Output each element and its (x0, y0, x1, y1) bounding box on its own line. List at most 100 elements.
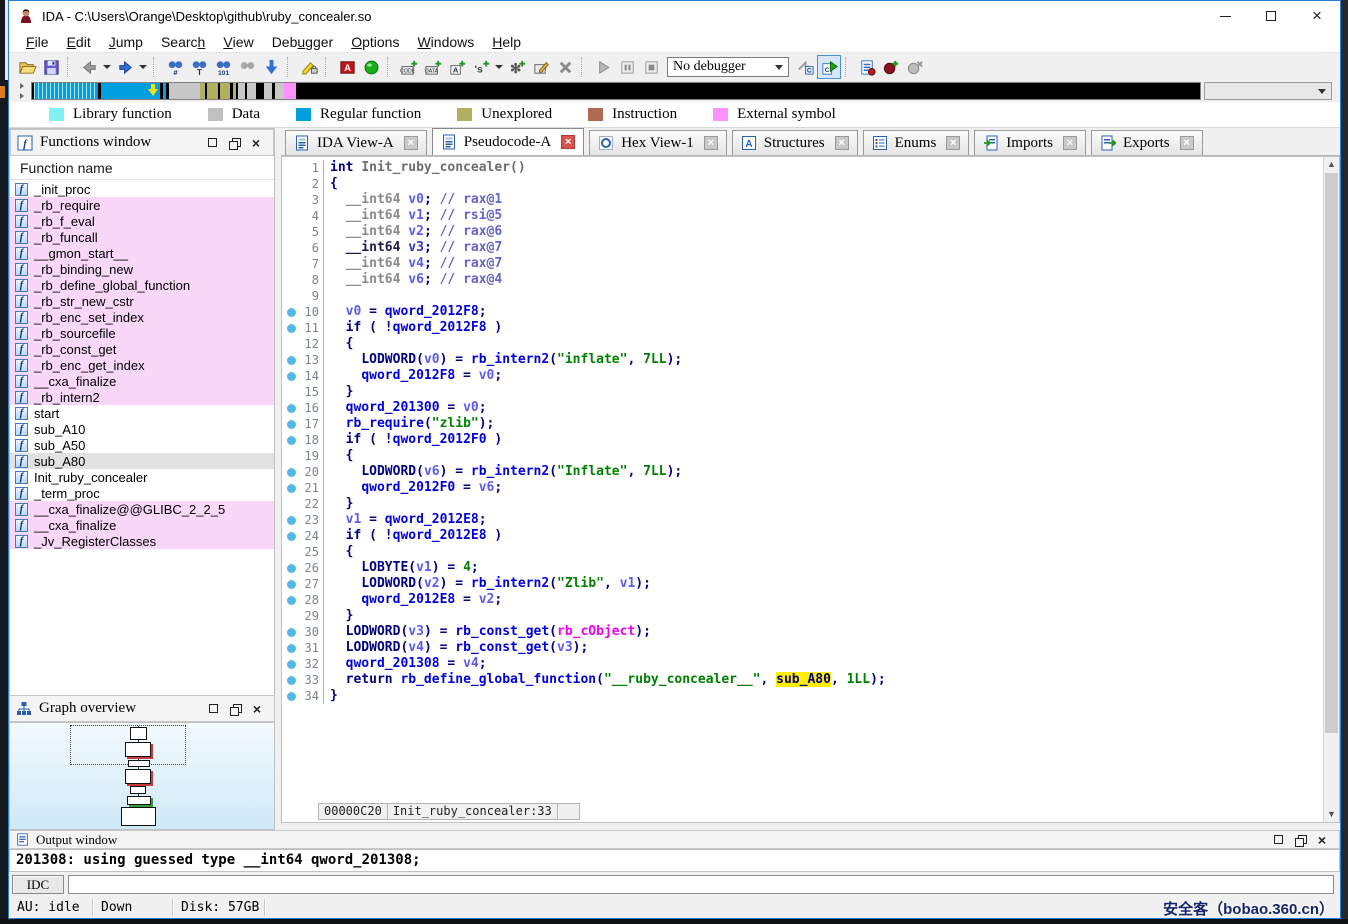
function-row-rb-enc-set-index[interactable]: f_rb_enc_set_index (10, 309, 274, 325)
code-line[interactable]: 2{ (282, 176, 886, 192)
code-line[interactable]: 6 __int64 v3; // rax@7 (282, 240, 886, 256)
make-string-caret-icon[interactable] (495, 65, 503, 69)
maximize-button[interactable] (1248, 1, 1294, 31)
jump-address-icon[interactable] (259, 55, 283, 79)
idc-command-input[interactable] (68, 875, 1334, 894)
tab-imports[interactable]: Imports× (974, 130, 1086, 155)
output-float-icon[interactable] (1289, 831, 1311, 849)
highlight-lock-icon[interactable] (297, 55, 321, 79)
search-values-icon[interactable]: 101 (211, 55, 235, 79)
menu-help[interactable]: Help (483, 31, 530, 52)
code-line[interactable]: 28 qword_2012E8 = v2; (282, 592, 886, 608)
tab-structures[interactable]: AStructures× (732, 130, 858, 155)
menu-view[interactable]: View (214, 31, 262, 52)
back-history-caret-icon[interactable] (103, 65, 111, 69)
menu-edit[interactable]: Edit (58, 31, 100, 52)
code-line[interactable]: 31 LODWORD(v4) = rb_const_get(v3); (282, 640, 886, 656)
navigate-forward-icon[interactable] (113, 55, 137, 79)
code-line[interactable]: 16 qword_201300 = v0; (282, 400, 886, 416)
function-row-init-proc[interactable]: f_init_proc (10, 181, 274, 197)
minimize-button[interactable] (1202, 1, 1248, 31)
function-row-sub-a80[interactable]: fsub_A80 (10, 453, 274, 469)
functions-column-header[interactable]: Function name (10, 156, 274, 180)
band-zoom-combo[interactable] (1204, 82, 1332, 100)
graph-overview-canvas[interactable] (9, 722, 275, 830)
function-row-sub-a10[interactable]: fsub_A10 (10, 421, 274, 437)
tab-close-icon[interactable]: × (946, 136, 960, 150)
navigation-band[interactable] (31, 82, 1201, 100)
continue-process-icon[interactable]: C (817, 55, 841, 79)
function-row-cxa-finalize-glibc-2-2-5[interactable]: f__cxa_finalize@@GLIBC_2_2_5 (10, 501, 274, 517)
debugger-selector[interactable]: No debugger (667, 57, 789, 77)
code-line[interactable]: 3 __int64 v0; // rax@1 (282, 192, 886, 208)
code-line[interactable]: 7 __int64 v4; // rax@7 (282, 256, 886, 272)
code-line[interactable]: 19 { (282, 448, 886, 464)
tab-close-icon[interactable]: × (1180, 136, 1194, 150)
code-line[interactable]: 15 } (282, 384, 886, 400)
code-line[interactable]: 17 rb_require("zlib"); (282, 416, 886, 432)
function-row-rb-require[interactable]: f_rb_require (10, 197, 274, 213)
attach-process-icon[interactable]: C (793, 55, 817, 79)
search-names-icon[interactable]: # (163, 55, 187, 79)
function-row-gmon-start[interactable]: f__gmon_start__ (10, 245, 274, 261)
tab-enums[interactable]: Enums× (863, 130, 970, 155)
code-line[interactable]: 29 } (282, 608, 886, 624)
function-row-term-proc[interactable]: f_term_proc (10, 485, 274, 501)
add-breakpoint-icon[interactable] (879, 55, 903, 79)
menu-file[interactable]: File (17, 31, 58, 52)
graph-overview-titlebar[interactable]: Graph overview × (9, 695, 275, 722)
tab-pseudocode-a[interactable]: Pseudocode-A× (432, 128, 584, 155)
code-line[interactable]: 8 __int64 v6; // rax@4 (282, 272, 886, 288)
search-again-icon[interactable] (235, 55, 259, 79)
idc-button[interactable]: IDC (12, 875, 64, 894)
output-window-titlebar[interactable]: Output window × (9, 830, 1340, 849)
search-text-icon[interactable]: T (187, 55, 211, 79)
tab-close-icon[interactable]: × (704, 136, 718, 150)
delete-breakpoint-icon[interactable] (903, 55, 927, 79)
make-data-icon[interactable]: DATA (421, 55, 445, 79)
function-row-rb-binding-new[interactable]: f_rb_binding_new (10, 261, 274, 277)
function-row-cxa-finalize[interactable]: f__cxa_finalize (10, 373, 274, 389)
make-name-icon[interactable]: A (445, 55, 469, 79)
code-line[interactable]: 10 v0 = qword_2012F8; (282, 304, 886, 320)
undefine-icon[interactable] (553, 55, 577, 79)
functions-window-titlebar[interactable]: f Functions window × (10, 129, 274, 156)
menu-debugger[interactable]: Debugger (263, 31, 343, 52)
functions-float-icon[interactable] (223, 134, 245, 152)
function-row-start[interactable]: fstart (10, 405, 274, 421)
set-colors-icon[interactable]: A (335, 55, 359, 79)
tab-ida-view-a[interactable]: IDA View-A× (285, 130, 427, 155)
navigate-back-icon[interactable] (77, 55, 101, 79)
output-message[interactable]: 201308: using guessed type __int64 qword… (9, 849, 1340, 872)
code-line[interactable]: 18 if ( !qword_2012F0 ) (282, 432, 886, 448)
breakpoint-list-icon[interactable] (855, 55, 879, 79)
scroll-up-icon[interactable]: ▲ (1326, 159, 1337, 170)
code-line[interactable]: 9 (282, 288, 886, 304)
stop-process-icon[interactable] (639, 55, 663, 79)
function-row-rb-str-new-cstr[interactable]: f_rb_str_new_cstr (10, 293, 274, 309)
band-scroll-arrows-icon[interactable] (20, 83, 27, 99)
code-line[interactable]: 33 return rb_define_global_function("__r… (282, 672, 886, 688)
tab-close-icon[interactable]: × (561, 135, 575, 149)
code-line[interactable]: 12 { (282, 336, 886, 352)
function-row-rb-funcall[interactable]: f_rb_funcall (10, 229, 274, 245)
tab-hex-view-1[interactable]: Hex View-1× (589, 130, 727, 155)
make-string-icon[interactable]: 's (469, 55, 493, 79)
code-line[interactable]: 24 if ( !qword_2012E8 ) (282, 528, 886, 544)
menu-search[interactable]: Search (152, 31, 214, 52)
code-line[interactable]: 11 if ( !qword_2012F8 ) (282, 320, 886, 336)
open-file-icon[interactable] (15, 55, 39, 79)
graph-float-icon[interactable] (224, 700, 246, 718)
forward-history-caret-icon[interactable] (139, 65, 147, 69)
tab-close-icon[interactable]: × (835, 136, 849, 150)
analysis-indicator-icon[interactable] (359, 55, 383, 79)
output-maximize-icon[interactable] (1267, 831, 1289, 849)
code-line[interactable]: 34} (282, 688, 886, 704)
code-line[interactable]: 26 LOBYTE(v1) = 4; (282, 560, 886, 576)
pause-process-icon[interactable] (615, 55, 639, 79)
code-line[interactable]: 25 { (282, 544, 886, 560)
close-button[interactable]: × (1294, 1, 1340, 31)
scroll-down-icon[interactable]: ▼ (1326, 809, 1337, 820)
menu-options[interactable]: Options (342, 31, 408, 52)
save-icon[interactable] (39, 55, 63, 79)
